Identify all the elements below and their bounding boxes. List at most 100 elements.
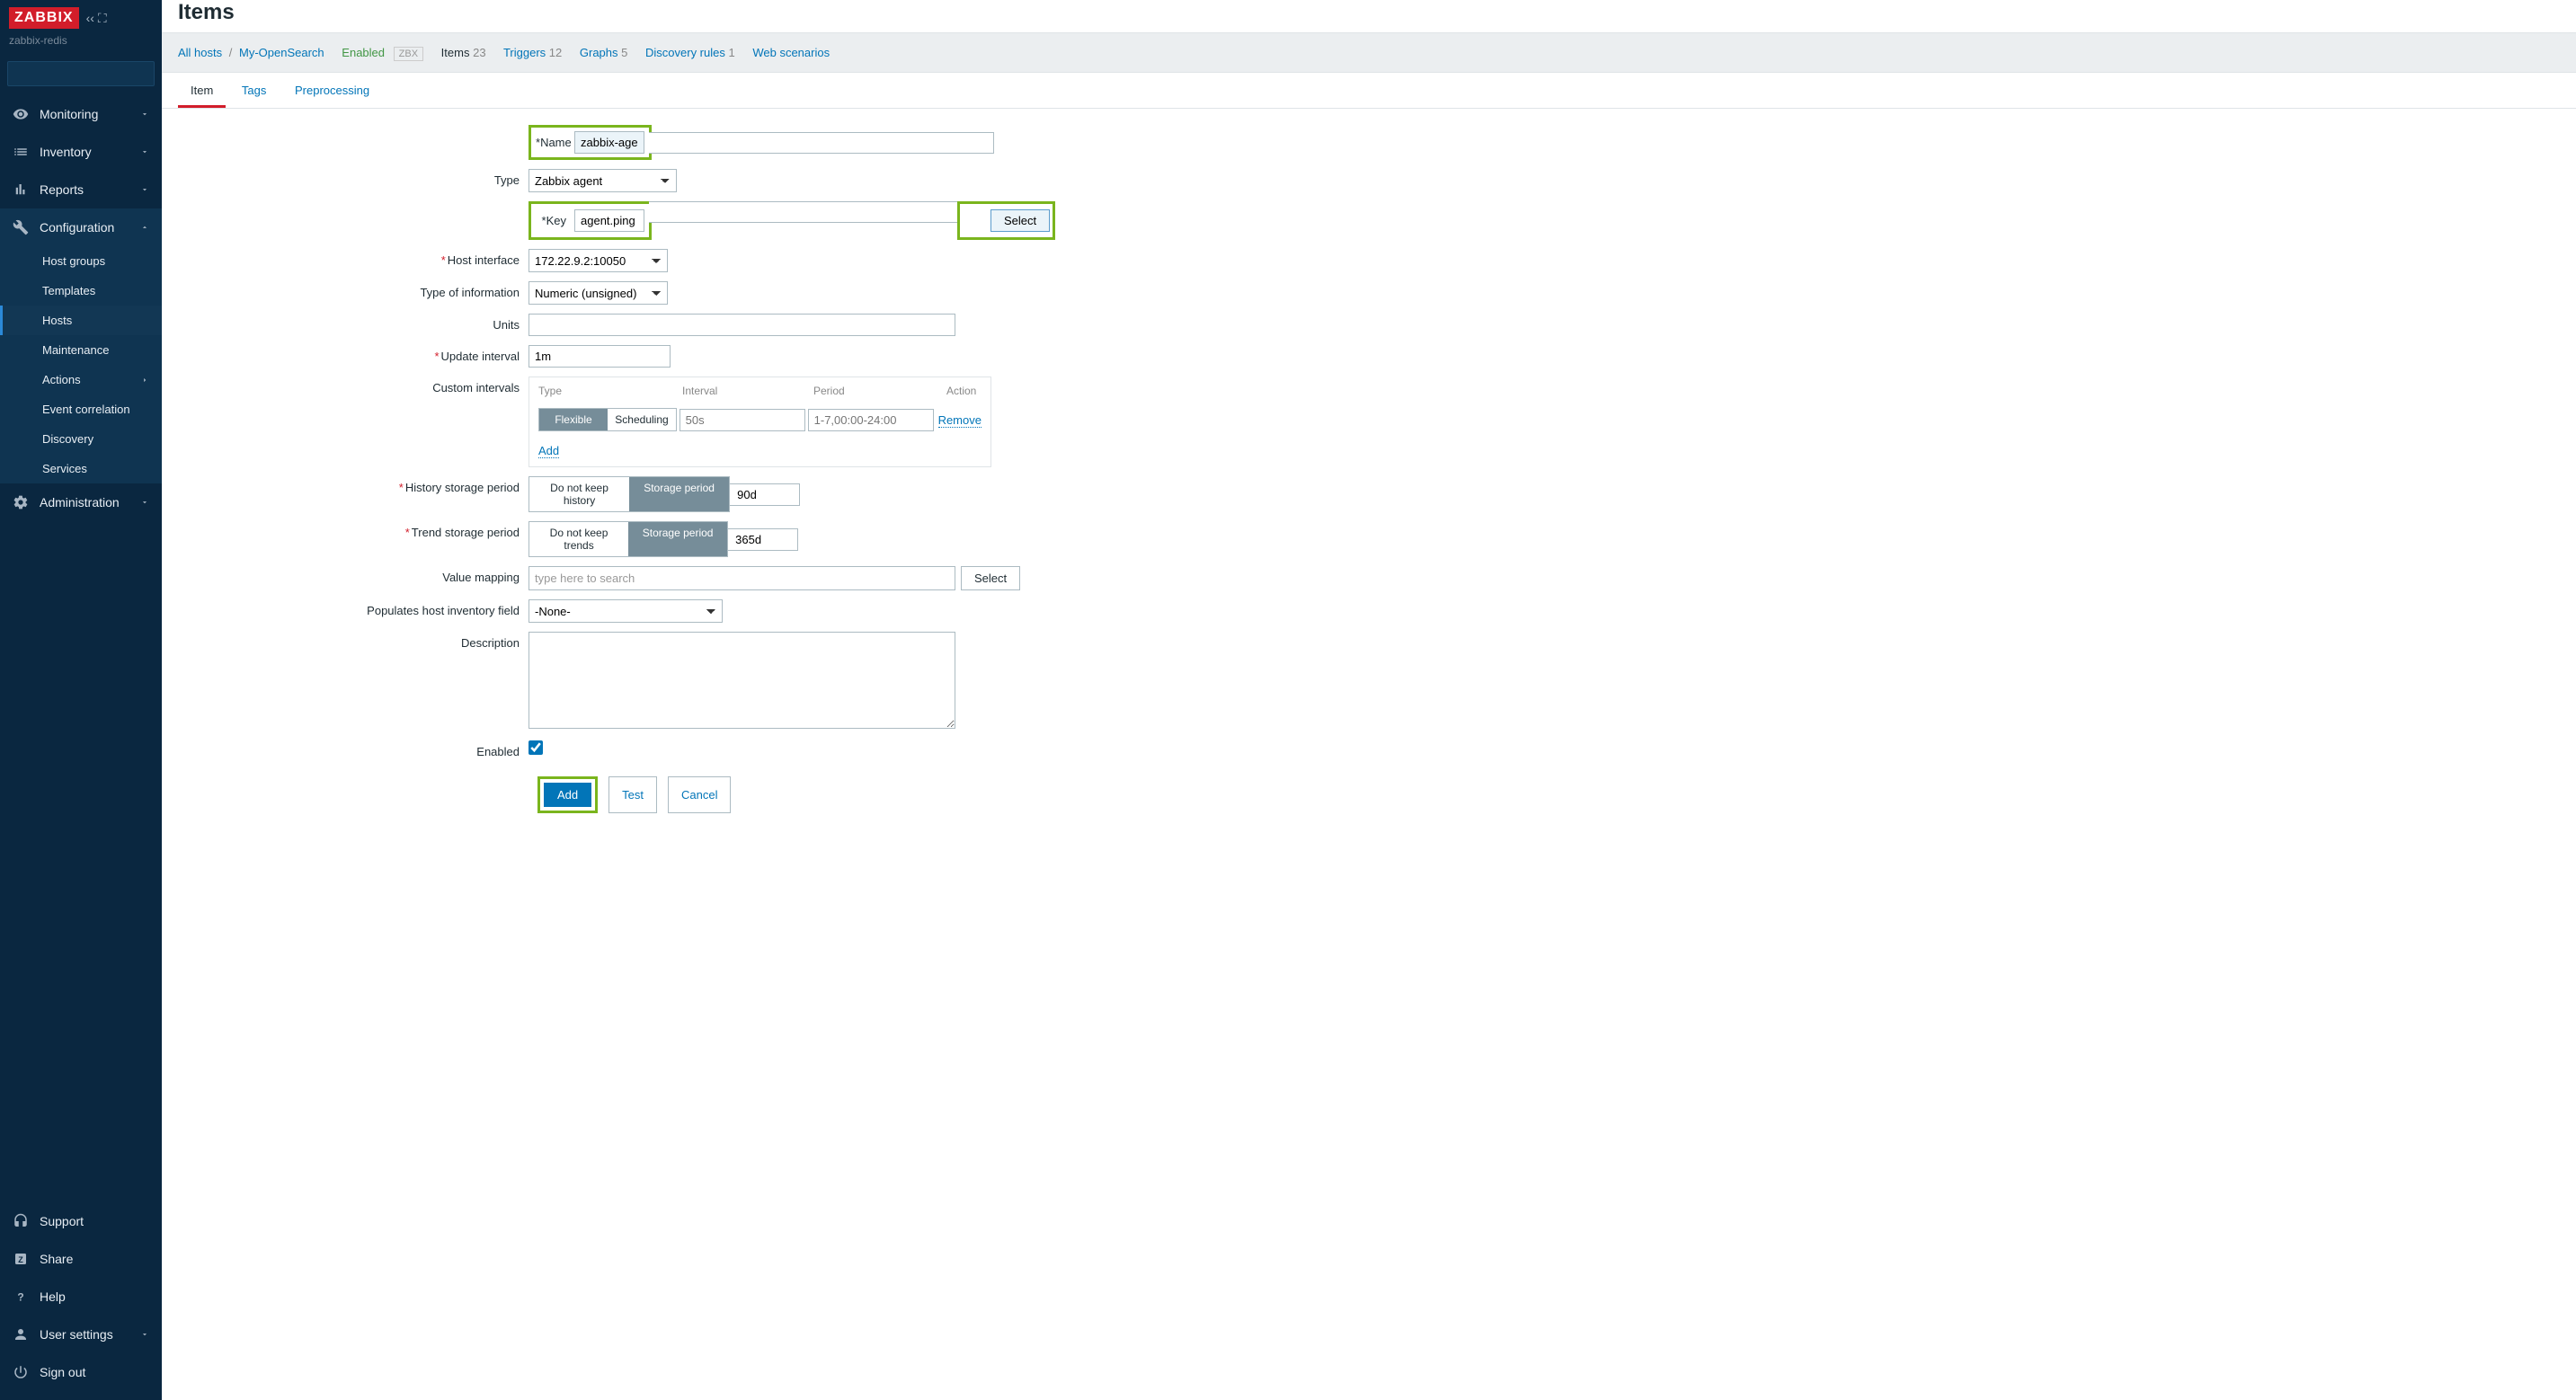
test-button[interactable]: Test [608, 776, 657, 813]
type-label: Type [178, 169, 529, 187]
name-input-highlighted[interactable] [574, 131, 644, 154]
search-box[interactable] [7, 61, 155, 86]
breadcrumb-all-hosts[interactable]: All hosts [178, 46, 222, 59]
name-highlight: *Name [529, 125, 652, 160]
ci-period-input[interactable] [808, 409, 934, 431]
sidebar-header: ZABBIX ‹‹ ⛶ zabbix-redis [0, 0, 162, 52]
host-interface-select[interactable]: 172.22.9.2:10050 [529, 249, 668, 272]
nav-configuration[interactable]: Configuration [0, 208, 162, 246]
share-icon: Z [13, 1251, 29, 1267]
ci-remove-link[interactable]: Remove [938, 413, 982, 428]
host-interface-label: Host interface [448, 253, 520, 267]
custom-intervals-label: Custom intervals [178, 377, 529, 394]
chart-icon [13, 182, 29, 198]
nav-label: User settings [40, 1327, 140, 1342]
subnav-services[interactable]: Services [0, 454, 162, 483]
status-enabled: Enabled [342, 46, 385, 59]
page-title: Items [162, 0, 2576, 32]
subnav-label: Actions [42, 373, 81, 386]
tab-item[interactable]: Item [178, 73, 226, 108]
subnav-event-correlation[interactable]: Event correlation [0, 394, 162, 424]
subnav-templates[interactable]: Templates [0, 276, 162, 306]
subnav-host-groups[interactable]: Host groups [0, 246, 162, 276]
nav-administration[interactable]: Administration [0, 483, 162, 521]
nav-label: Sign out [40, 1365, 149, 1379]
nav-sign-out[interactable]: Sign out [0, 1353, 162, 1391]
key-input[interactable] [649, 201, 958, 223]
filter-web[interactable]: Web scenarios [752, 46, 830, 59]
nav-label: Support [40, 1214, 149, 1228]
footer-nav: Support Z Share ? Help User settings Sig… [0, 1202, 162, 1400]
tabs: Item Tags Preprocessing [162, 73, 2576, 109]
server-name: zabbix-redis [9, 34, 153, 47]
units-input[interactable] [529, 314, 955, 336]
ci-head-period: Period [813, 385, 946, 397]
trend-value-input[interactable] [728, 528, 798, 551]
chevron-down-icon [140, 1330, 149, 1339]
trend-toggle[interactable]: Do not keep trends Storage period [529, 521, 728, 557]
ci-type-toggle[interactable]: Flexible Scheduling [538, 408, 677, 431]
key-highlight-right: Select [957, 201, 1055, 240]
collapse-icon[interactable]: ‹‹ [86, 11, 94, 26]
info-type-select[interactable]: Numeric (unsigned) [529, 281, 668, 305]
nav-support[interactable]: Support [0, 1202, 162, 1240]
history-period-option[interactable]: Storage period [629, 477, 729, 511]
key-input-highlighted[interactable] [574, 209, 644, 232]
chevron-up-icon [140, 223, 149, 232]
filter-graphs[interactable]: Graphs 5 [580, 46, 628, 59]
breadcrumb-host[interactable]: My-OpenSearch [239, 46, 324, 59]
filter-bar: All hosts / My-OpenSearch Enabled ZBX It… [162, 32, 2576, 73]
ci-add-link[interactable]: Add [538, 444, 559, 458]
zbx-badge: ZBX [394, 47, 423, 61]
description-label: Description [178, 632, 529, 650]
subnav-maintenance[interactable]: Maintenance [0, 335, 162, 365]
expand-icon[interactable]: ⛶ [98, 11, 107, 26]
tab-tags[interactable]: Tags [229, 73, 279, 108]
nav-user-settings[interactable]: User settings [0, 1316, 162, 1353]
nav-inventory[interactable]: Inventory [0, 133, 162, 171]
list-icon [13, 144, 29, 160]
update-interval-input[interactable] [529, 345, 671, 368]
name-input[interactable] [649, 132, 994, 154]
chevron-down-icon [140, 498, 149, 507]
info-type-label: Type of information [178, 281, 529, 299]
history-nokeep-option[interactable]: Do not keep history [529, 477, 629, 511]
trend-label: Trend storage period [412, 526, 520, 539]
filter-items[interactable]: Items 23 [441, 46, 486, 59]
tab-preprocessing[interactable]: Preprocessing [282, 73, 382, 108]
history-value-input[interactable] [730, 483, 800, 506]
breadcrumb-sep: / [229, 46, 233, 59]
eye-icon [13, 106, 29, 122]
logo[interactable]: ZABBIX [9, 7, 79, 29]
valuemap-input[interactable] [529, 566, 955, 590]
subnav-actions[interactable]: Actions [0, 365, 162, 394]
trend-period-option[interactable]: Storage period [628, 522, 727, 556]
search-input[interactable] [13, 67, 153, 80]
subnav-discovery[interactable]: Discovery [0, 424, 162, 454]
power-icon [13, 1364, 29, 1380]
ci-scheduling-option[interactable]: Scheduling [608, 409, 676, 430]
valuemap-select-button[interactable]: Select [961, 566, 1020, 590]
filter-discovery[interactable]: Discovery rules 1 [645, 46, 735, 59]
ci-interval-input[interactable] [680, 409, 805, 431]
nav-monitoring[interactable]: Monitoring [0, 95, 162, 133]
type-select[interactable]: Zabbix agent [529, 169, 677, 192]
nav-share[interactable]: Z Share [0, 1240, 162, 1278]
trend-nokeep-option[interactable]: Do not keep trends [529, 522, 628, 556]
ci-flexible-option[interactable]: Flexible [539, 409, 608, 430]
history-toggle[interactable]: Do not keep history Storage period [529, 476, 730, 512]
custom-intervals-box: Type Interval Period Action Flexible Sch… [529, 377, 991, 467]
description-textarea[interactable] [529, 632, 955, 729]
cancel-button[interactable]: Cancel [668, 776, 731, 813]
headset-icon [13, 1213, 29, 1229]
chevron-down-icon [140, 110, 149, 119]
inventory-select[interactable]: -None- [529, 599, 723, 623]
key-select-button[interactable]: Select [990, 209, 1050, 232]
nav-reports[interactable]: Reports [0, 171, 162, 208]
chevron-down-icon [140, 147, 149, 156]
subnav-hosts[interactable]: Hosts [0, 306, 162, 335]
add-button[interactable]: Add [544, 783, 591, 807]
enabled-checkbox[interactable] [529, 740, 543, 755]
nav-help[interactable]: ? Help [0, 1278, 162, 1316]
filter-triggers[interactable]: Triggers 12 [503, 46, 562, 59]
